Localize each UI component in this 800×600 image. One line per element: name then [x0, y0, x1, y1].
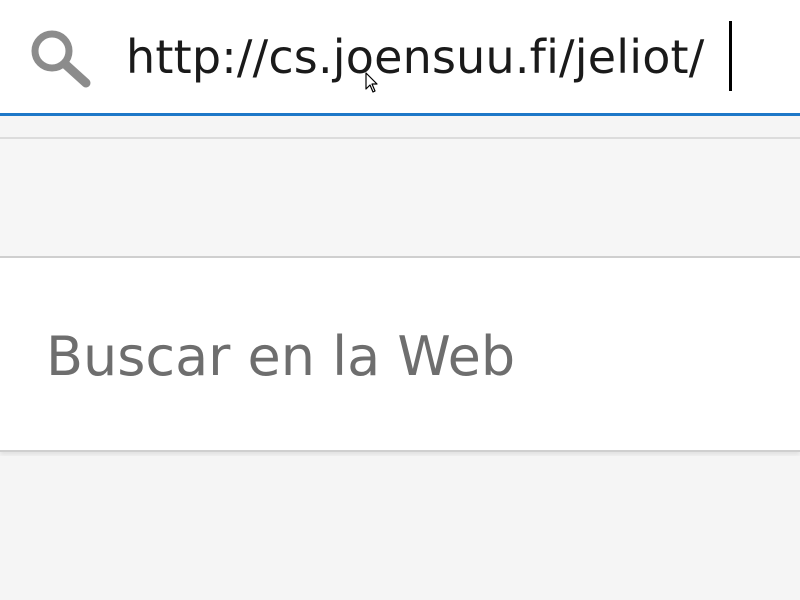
- suggestion-label: Buscar en la Web: [46, 325, 516, 388]
- search-input[interactable]: http://cs.joensuu.fi/jeliot/: [126, 22, 704, 92]
- text-caret: [729, 21, 732, 91]
- search-icon: [0, 350, 6, 374]
- empty-suggestion-area: [0, 139, 800, 256]
- mouse-pointer-icon: [365, 72, 379, 94]
- suggestion-search-web[interactable]: Buscar en la Web: [0, 256, 800, 452]
- search-icon[interactable]: [26, 26, 94, 90]
- empty-area: [0, 456, 800, 600]
- search-bar[interactable]: http://cs.joensuu.fi/jeliot/: [0, 0, 800, 116]
